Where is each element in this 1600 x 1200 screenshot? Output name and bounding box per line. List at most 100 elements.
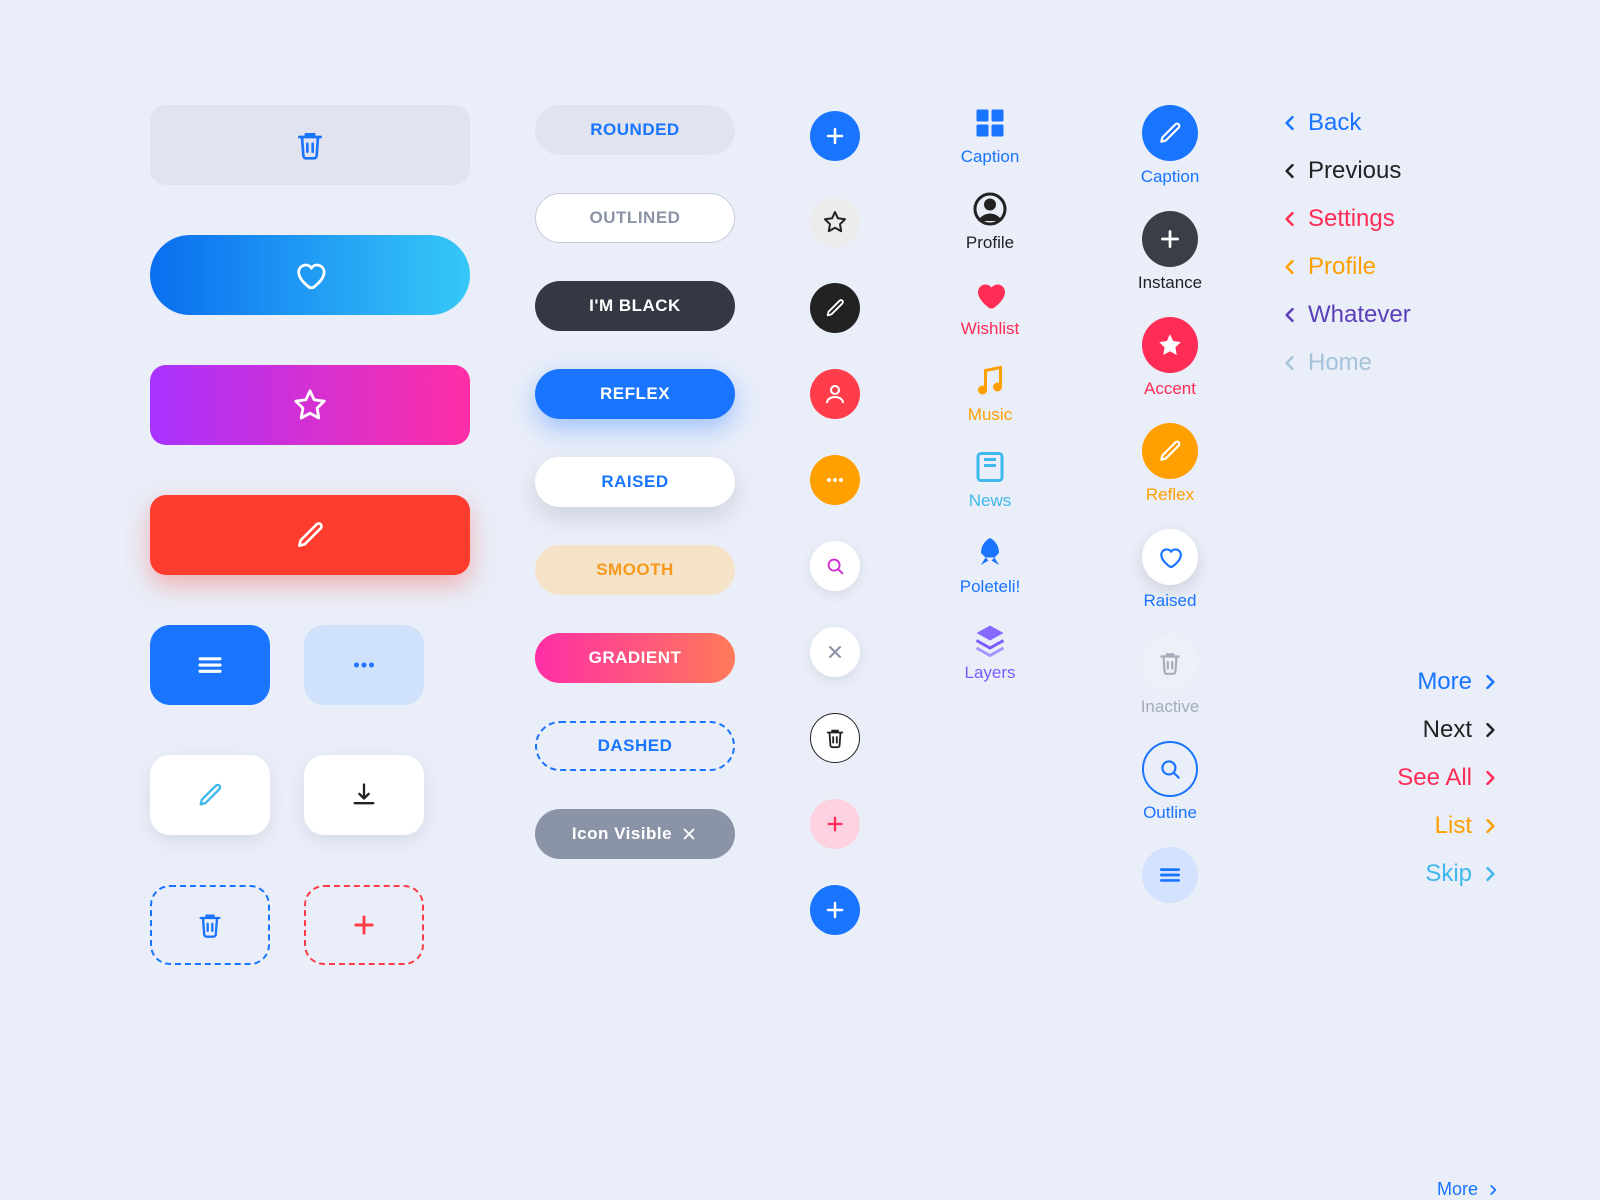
- large-trash-button[interactable]: [150, 105, 470, 185]
- close-icon: [680, 825, 698, 843]
- nav-back-previous[interactable]: Previous: [1280, 157, 1500, 185]
- captioned-news[interactable]: News: [969, 449, 1012, 511]
- caption-label: Wishlist: [961, 319, 1020, 339]
- circle-plus-pink-button[interactable]: [810, 799, 860, 849]
- circle-heart-button[interactable]: [1142, 529, 1198, 585]
- nav-forward-more[interactable]: More: [1417, 668, 1500, 696]
- raised-button[interactable]: RAISED: [535, 457, 735, 507]
- nav-label: List: [1435, 812, 1472, 840]
- menu-icon: [195, 650, 225, 680]
- black-button[interactable]: I'M BLACK: [535, 281, 735, 331]
- reflex-button[interactable]: REFLEX: [535, 369, 735, 419]
- circle-plus-button[interactable]: [1142, 211, 1198, 267]
- square-pencil-button[interactable]: [150, 755, 270, 835]
- outlined-button[interactable]: OUTLINED: [535, 193, 735, 243]
- captioned-heart[interactable]: Wishlist: [961, 277, 1020, 339]
- circle-plus-button[interactable]: [810, 111, 860, 161]
- chevron-left-icon: [1280, 349, 1300, 377]
- captioned-rocket[interactable]: Poleteli!: [960, 535, 1020, 597]
- heart-fill-icon: [972, 277, 1008, 313]
- caption-label: News: [969, 491, 1012, 511]
- circ-captioned-heart[interactable]: Raised: [1142, 529, 1198, 611]
- square-menu-button[interactable]: [150, 625, 270, 705]
- large-star-button[interactable]: [150, 365, 470, 445]
- captioned-layers[interactable]: Layers: [964, 621, 1015, 683]
- grid-icon: [972, 105, 1008, 141]
- gradient-button[interactable]: GRADIENT: [535, 633, 735, 683]
- caption-label: Layers: [964, 663, 1015, 683]
- nav-label: More: [1437, 1179, 1478, 1200]
- nav-label: Home: [1308, 349, 1372, 377]
- circle-search-button[interactable]: [810, 541, 860, 591]
- circ-captioned-plus[interactable]: Instance: [1138, 211, 1202, 293]
- circle-plus-bottom-button[interactable]: [810, 885, 860, 935]
- chevron-left-icon: [1280, 205, 1300, 233]
- captioned-avatar[interactable]: Profile: [966, 191, 1014, 253]
- chevron-left-icon: [1280, 253, 1300, 281]
- icon-visible-button[interactable]: Icon Visible: [535, 809, 735, 859]
- circle-pencil-button[interactable]: [1142, 423, 1198, 479]
- button-label: REFLEX: [600, 384, 670, 404]
- chevron-right-icon: [1480, 668, 1500, 696]
- nav-forward-skip[interactable]: Skip: [1425, 860, 1500, 888]
- plus-icon: [823, 124, 847, 148]
- circle-star-button[interactable]: [1142, 317, 1198, 373]
- circle-close-button[interactable]: [810, 627, 860, 677]
- button-label: RAISED: [601, 472, 668, 492]
- circ-captioned-trash[interactable]: Inactive: [1141, 635, 1200, 717]
- circ-captioned-menu[interactable]: [1142, 847, 1198, 903]
- captioned-grid[interactable]: Caption: [961, 105, 1020, 167]
- nav-back-whatever[interactable]: Whatever: [1280, 301, 1500, 329]
- circle-trash-button[interactable]: [1142, 635, 1198, 691]
- nav-more-small[interactable]: More: [1280, 1179, 1500, 1200]
- heart-icon: [293, 258, 327, 292]
- circle-pencil-button[interactable]: [1142, 105, 1198, 161]
- nav-label: See All: [1397, 764, 1472, 792]
- dots-icon: [823, 468, 847, 492]
- nav-label: More: [1417, 668, 1472, 696]
- chevron-right-icon: [1480, 716, 1500, 744]
- pencil-icon: [824, 297, 846, 319]
- circle-search-button[interactable]: [1142, 741, 1198, 797]
- music-icon: [972, 363, 1008, 399]
- square-dots-button[interactable]: [304, 625, 424, 705]
- circle-pencil-button[interactable]: [810, 283, 860, 333]
- caption-label: Outline: [1143, 803, 1197, 823]
- captioned-music[interactable]: Music: [968, 363, 1012, 425]
- circle-dots-button[interactable]: [810, 455, 860, 505]
- chevron-right-icon: [1486, 1180, 1500, 1200]
- download-icon: [350, 781, 378, 809]
- circ-captioned-pencil[interactable]: Reflex: [1142, 423, 1198, 505]
- large-heart-button[interactable]: [150, 235, 470, 315]
- circ-captioned-star[interactable]: Accent: [1142, 317, 1198, 399]
- nav-forward-list[interactable]: List: [1435, 812, 1500, 840]
- nav-back-home[interactable]: Home: [1280, 349, 1500, 377]
- caption-label: Caption: [1141, 167, 1200, 187]
- caption-label: Inactive: [1141, 697, 1200, 717]
- dashed-button[interactable]: DASHED: [535, 721, 735, 771]
- nav-back-settings[interactable]: Settings: [1280, 205, 1500, 233]
- pencil-icon: [196, 781, 224, 809]
- rocket-icon: [972, 535, 1008, 571]
- circle-trash-button[interactable]: [810, 713, 860, 763]
- nav-forward-next[interactable]: Next: [1423, 716, 1500, 744]
- circ-captioned-search[interactable]: Outline: [1142, 741, 1198, 823]
- avatar-icon: [972, 191, 1008, 227]
- square-download-button[interactable]: [304, 755, 424, 835]
- nav-back-profile[interactable]: Profile: [1280, 253, 1500, 281]
- circle-person-button[interactable]: [810, 369, 860, 419]
- circle-star-button[interactable]: [810, 197, 860, 247]
- button-label: ROUNDED: [590, 120, 679, 140]
- circle-menu-button[interactable]: [1142, 847, 1198, 903]
- square-dashed-trash-button[interactable]: [150, 885, 270, 965]
- large-pencil-button[interactable]: [150, 495, 470, 575]
- trash-icon: [1157, 650, 1183, 676]
- chevron-left-icon: [1280, 109, 1300, 137]
- square-dashed-plus-button[interactable]: [304, 885, 424, 965]
- circ-captioned-pencil[interactable]: Caption: [1141, 105, 1200, 187]
- smooth-button[interactable]: SMOOTH: [535, 545, 735, 595]
- nav-forward-see-all[interactable]: See All: [1397, 764, 1500, 792]
- button-label: OUTLINED: [590, 208, 681, 228]
- nav-back-back[interactable]: Back: [1280, 109, 1500, 137]
- rounded-button[interactable]: ROUNDED: [535, 105, 735, 155]
